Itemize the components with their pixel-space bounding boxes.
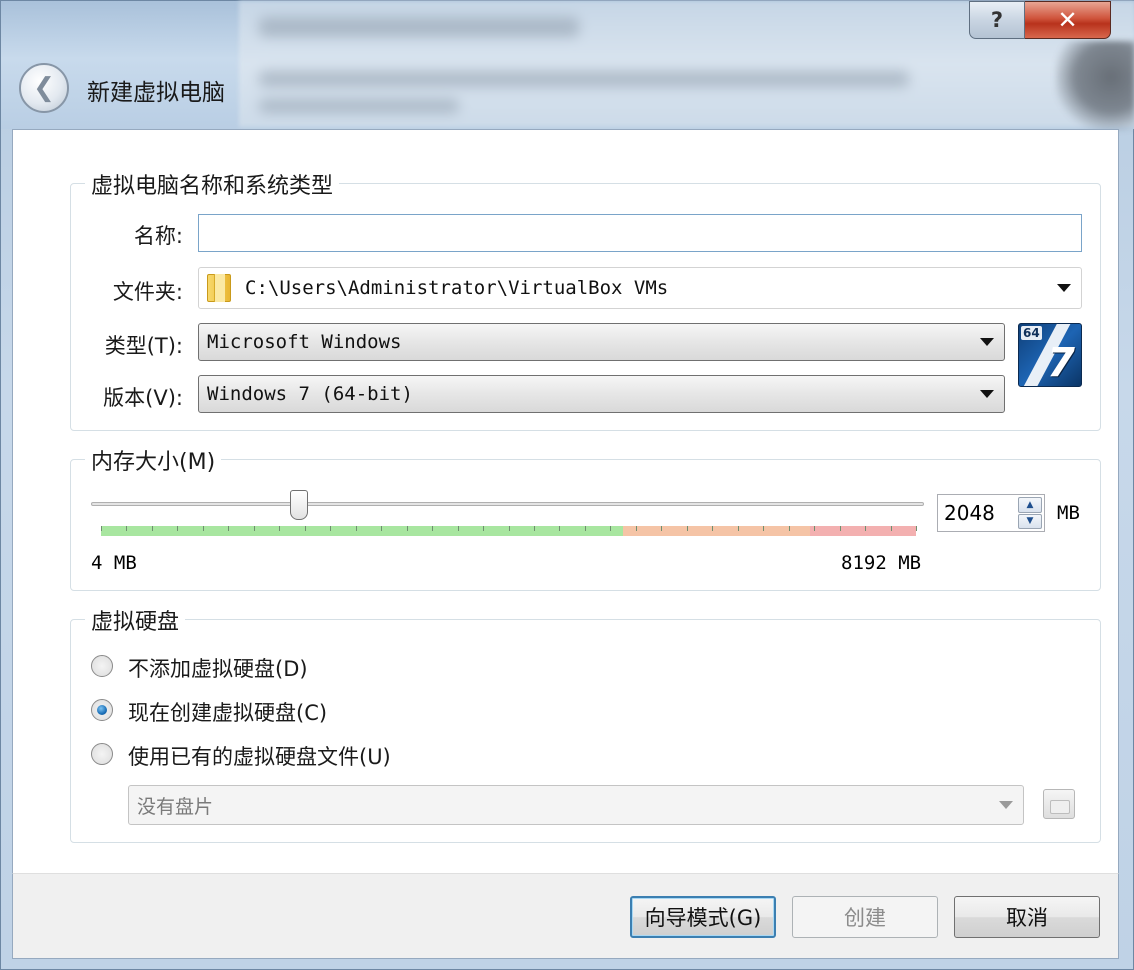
scale-tick <box>152 526 153 531</box>
scale-tick <box>458 526 459 531</box>
folder-value: C:\Users\Administrator\VirtualBox VMs <box>245 277 669 299</box>
close-button[interactable]: ✕ <box>1025 1 1111 39</box>
scale-tick <box>279 526 280 531</box>
memory-max-label: 8192 MB <box>841 552 922 574</box>
scale-tick <box>559 526 560 531</box>
scale-tick <box>738 526 739 531</box>
dialog-window: ❮ 新建虚拟电脑 ? ✕ 虚拟电脑名称和系统类型 名称: 文件夹: C:\Use… <box>0 0 1134 970</box>
version-value: Windows 7 (64-bit) <box>207 383 413 405</box>
caption-buttons: ? ✕ <box>969 1 1111 39</box>
name-os-group: 虚拟电脑名称和系统类型 名称: 文件夹: C:\Users\Administra… <box>70 168 1101 431</box>
radio-no-disk[interactable] <box>91 655 113 677</box>
memory-slider-track[interactable] <box>91 502 924 506</box>
spin-buttons: ▲ ▼ <box>1018 497 1042 529</box>
mascot-decoration <box>1055 41 1134 131</box>
memory-group-title: 内存大小(M) <box>85 444 222 476</box>
radio-existing-disk[interactable] <box>91 743 113 765</box>
folder-icon <box>207 274 231 302</box>
scale-tick <box>381 526 382 531</box>
dialog-title: 新建虚拟电脑 <box>87 80 225 106</box>
name-os-group-title: 虚拟电脑名称和系统类型 <box>85 168 340 200</box>
radio-create-disk[interactable] <box>91 699 113 721</box>
cancel-button[interactable]: 取消 <box>954 896 1100 938</box>
scale-tick <box>330 526 331 531</box>
disk-file-value: 没有盘片 <box>137 795 214 818</box>
disk-group: 虚拟硬盘 不添加虚拟硬盘(D) 现在创建虚拟硬盘(C) 使用已有的虚拟硬盘文件(… <box>70 604 1101 843</box>
create-button[interactable]: 创建 <box>792 896 938 938</box>
scale-tick <box>432 526 433 531</box>
scale-tick <box>865 526 866 531</box>
type-select[interactable]: Microsoft Windows <box>198 323 1005 361</box>
os-badge: 64 <box>1021 326 1042 340</box>
radio-existing-disk-label[interactable]: 使用已有的虚拟硬盘文件(U) <box>128 741 391 771</box>
version-label: 版本(V): <box>103 386 183 410</box>
scale-tick <box>814 526 815 531</box>
type-label: 类型(T): <box>104 334 183 358</box>
hard-disk-icon[interactable] <box>1043 789 1075 819</box>
memory-scale <box>101 526 917 536</box>
chevron-down-icon <box>980 390 994 398</box>
os-number: 7 <box>1047 340 1075 386</box>
spin-up-icon[interactable]: ▲ <box>1018 497 1042 513</box>
memory-value: 2048 <box>944 501 995 525</box>
memory-unit: MB <box>1057 502 1080 524</box>
memory-scale-green <box>101 526 623 536</box>
scale-tick <box>483 526 484 531</box>
scale-tick <box>763 526 764 531</box>
type-value: Microsoft Windows <box>207 331 402 353</box>
radio-no-disk-label[interactable]: 不添加虚拟硬盘(D) <box>128 653 308 683</box>
disk-group-title: 虚拟硬盘 <box>85 604 186 636</box>
scale-tick <box>305 526 306 531</box>
folder-label: 文件夹: <box>112 280 183 304</box>
scale-tick <box>254 526 255 531</box>
memory-scale-orange <box>623 526 810 536</box>
memory-scale-red <box>810 526 916 536</box>
scale-tick <box>585 526 586 531</box>
dialog-header: ❮ 新建虚拟电脑 ? ✕ <box>1 1 1134 131</box>
scale-tick <box>661 526 662 531</box>
content-panel: 虚拟电脑名称和系统类型 名称: 文件夹: C:\Users\Administra… <box>12 129 1119 873</box>
scale-tick <box>101 526 102 531</box>
scale-tick <box>610 526 611 531</box>
scale-tick <box>228 526 229 531</box>
radio-create-disk-label[interactable]: 现在创建虚拟硬盘(C) <box>128 697 327 727</box>
chevron-down-icon <box>980 338 994 346</box>
chevron-down-icon <box>999 801 1013 809</box>
scale-tick <box>712 526 713 531</box>
memory-slider-thumb[interactable] <box>290 490 308 520</box>
chevron-down-icon <box>1057 284 1071 292</box>
help-button[interactable]: ? <box>969 1 1025 39</box>
disk-file-select[interactable]: 没有盘片 <box>128 785 1024 825</box>
scale-tick <box>509 526 510 531</box>
version-select[interactable]: Windows 7 (64-bit) <box>198 375 1005 413</box>
scale-tick <box>916 526 917 531</box>
spin-down-icon[interactable]: ▼ <box>1018 513 1042 529</box>
memory-spinbox[interactable]: 2048 ▲ ▼ <box>937 494 1045 532</box>
scale-tick <box>407 526 408 531</box>
scale-tick <box>534 526 535 531</box>
scale-tick <box>126 526 127 531</box>
dialog-footer: 向导模式(G) 创建 取消 <box>12 873 1119 959</box>
scale-tick <box>636 526 637 531</box>
guided-mode-button[interactable]: 向导模式(G) <box>630 896 776 938</box>
name-label: 名称: <box>133 224 183 248</box>
scale-tick <box>891 526 892 531</box>
memory-min-label: 4 MB <box>91 552 137 574</box>
memory-group: 内存大小(M) 4 MB 8192 MB 2048 ▲ ▼ MB <box>70 444 1101 591</box>
scale-tick <box>203 526 204 531</box>
scale-tick <box>356 526 357 531</box>
scale-tick <box>840 526 841 531</box>
windows-7-64-icon: 64 7 <box>1018 323 1082 387</box>
scale-tick <box>687 526 688 531</box>
back-arrow-icon[interactable]: ❮ <box>19 63 69 113</box>
name-input[interactable] <box>198 214 1082 252</box>
scale-tick <box>789 526 790 531</box>
folder-select[interactable]: C:\Users\Administrator\VirtualBox VMs <box>198 267 1082 309</box>
scale-tick <box>177 526 178 531</box>
